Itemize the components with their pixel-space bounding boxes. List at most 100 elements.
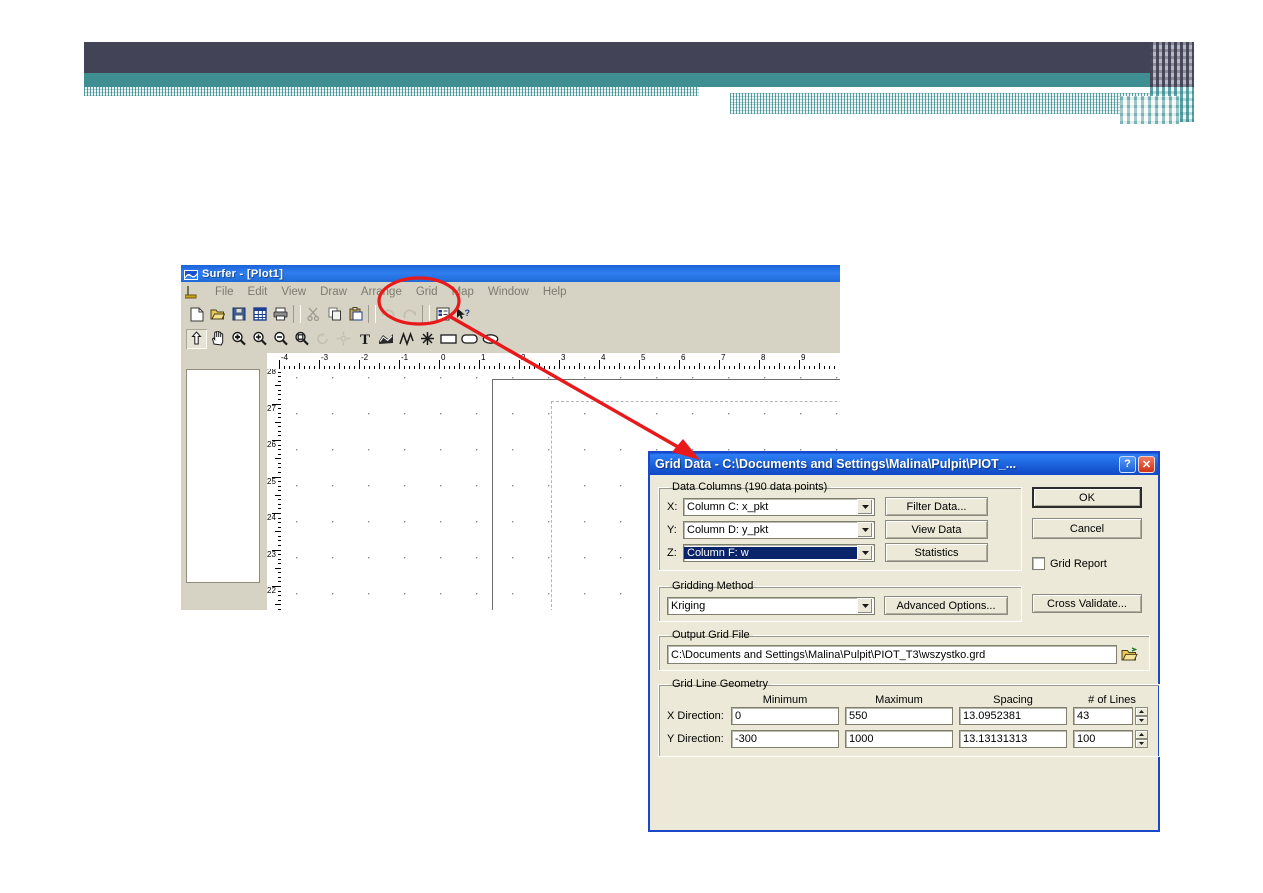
header-hatch-band-left bbox=[84, 87, 699, 96]
rounded-rectangle-tool-icon[interactable] bbox=[459, 329, 480, 349]
vertical-ruler: 28 27 26 25 24 23 22 bbox=[267, 369, 282, 610]
new-document-icon[interactable] bbox=[186, 304, 207, 324]
reshape-icon[interactable] bbox=[333, 329, 354, 349]
view-data-button[interactable]: View Data bbox=[885, 520, 988, 539]
x-lines-spinner[interactable] bbox=[1135, 707, 1148, 725]
filter-data-button[interactable]: Filter Data... bbox=[885, 497, 988, 516]
object-manager-pane[interactable] bbox=[186, 369, 260, 583]
advanced-options-button[interactable]: Advanced Options... bbox=[884, 596, 1008, 615]
menu-item-arrange[interactable]: Arrange bbox=[354, 285, 409, 299]
properties-icon[interactable] bbox=[432, 304, 453, 324]
help-pointer-icon[interactable]: ? bbox=[453, 304, 474, 324]
y-column-combo[interactable]: Column D: y_pkt bbox=[683, 520, 875, 539]
y-column-label: Y: bbox=[667, 523, 677, 536]
ruler-h-label: 0 bbox=[441, 353, 446, 362]
x-spacing-input[interactable]: 13.0952381 bbox=[959, 707, 1067, 725]
y-minimum-input[interactable]: -300 bbox=[731, 730, 839, 748]
spinner-down-icon[interactable] bbox=[1135, 739, 1148, 748]
horizontal-ruler: -4 -3 -2 -1 0 1 2 3 4 5 6 7 8 9 bbox=[267, 353, 840, 370]
rectangle-tool-icon[interactable] bbox=[438, 329, 459, 349]
chevron-down-icon[interactable] bbox=[857, 521, 873, 538]
zoom-selection-icon[interactable] bbox=[228, 329, 249, 349]
menu-item-edit[interactable]: Edit bbox=[241, 285, 275, 299]
chevron-down-icon[interactable] bbox=[857, 544, 873, 561]
y-direction-label: Y Direction: bbox=[667, 733, 724, 745]
close-icon[interactable]: ✕ bbox=[1138, 455, 1155, 473]
text-tool-icon[interactable]: T bbox=[354, 329, 375, 349]
grid-line-geometry-group: Grid Line Geometry Minimum Maximum Spaci… bbox=[658, 678, 1160, 757]
y-spacing-input[interactable]: 13.13131313 bbox=[959, 730, 1067, 748]
surfer-window-title: Surfer - [Plot1] bbox=[202, 267, 284, 280]
geometry-header-spacing: Spacing bbox=[993, 694, 1033, 706]
cancel-button[interactable]: Cancel bbox=[1032, 518, 1142, 539]
y-column-row: Y: Column D: y_pkt View Data bbox=[667, 520, 1013, 539]
ruler-v-label: 28 bbox=[267, 369, 276, 376]
z-column-combo[interactable]: Column F: w bbox=[683, 543, 875, 562]
geometry-header-minimum: Minimum bbox=[762, 694, 808, 706]
polygon-tool-icon[interactable] bbox=[375, 329, 396, 349]
ok-button[interactable]: OK bbox=[1032, 487, 1142, 508]
menu-item-file[interactable]: File bbox=[208, 285, 241, 299]
open-folder-icon[interactable] bbox=[207, 304, 228, 324]
menu-item-map[interactable]: Map bbox=[445, 285, 481, 299]
y-lines-spinner[interactable] bbox=[1135, 730, 1148, 748]
pan-hand-icon[interactable] bbox=[207, 329, 228, 349]
spinner-up-icon[interactable] bbox=[1135, 707, 1148, 716]
data-columns-group: Data Columns (190 data points) X: Column… bbox=[658, 481, 1022, 571]
worksheet-grid-icon[interactable] bbox=[249, 304, 270, 324]
paste-clipboard-icon[interactable] bbox=[345, 304, 366, 324]
ellipse-tool-icon[interactable] bbox=[480, 329, 501, 349]
menu-item-view[interactable]: View bbox=[274, 285, 313, 299]
save-disk-icon[interactable] bbox=[228, 304, 249, 324]
ruler-v-label: 27 bbox=[267, 403, 276, 413]
chevron-down-icon[interactable] bbox=[857, 498, 873, 515]
menu-item-draw[interactable]: Draw bbox=[313, 285, 354, 299]
dialog-title: Grid Data - C:\Documents and Settings\Ma… bbox=[655, 457, 1017, 471]
rotate-icon[interactable] bbox=[312, 329, 333, 349]
help-button-icon[interactable]: ? bbox=[1119, 455, 1136, 473]
gridding-method-combo[interactable]: Kriging bbox=[667, 596, 875, 615]
zoom-page-icon[interactable] bbox=[291, 329, 312, 349]
x-minimum-input[interactable]: 0 bbox=[731, 707, 839, 725]
grid-line-geometry-legend: Grid Line Geometry bbox=[672, 678, 768, 690]
x-direction-label: X Direction: bbox=[667, 710, 724, 722]
zoom-in-icon[interactable] bbox=[249, 329, 270, 349]
open-folder-icon[interactable] bbox=[1117, 647, 1141, 662]
redo-arrow-icon[interactable] bbox=[399, 304, 420, 324]
undo-arrow-icon[interactable] bbox=[378, 304, 399, 324]
x-column-row: X: Column C: x_pkt Filter Data... bbox=[667, 497, 1013, 516]
ruler-h-label: 7 bbox=[721, 353, 726, 362]
copy-icon[interactable] bbox=[324, 304, 345, 324]
x-maximum-input[interactable]: 550 bbox=[845, 707, 953, 725]
menu-item-grid[interactable]: Grid bbox=[409, 285, 445, 299]
cut-scissors-icon[interactable] bbox=[303, 304, 324, 324]
geometry-header-lines: # of Lines bbox=[1088, 694, 1136, 706]
y-lines-input[interactable]: 100 bbox=[1073, 730, 1133, 748]
ruler-h-label: 8 bbox=[761, 353, 766, 362]
zoom-out-icon[interactable] bbox=[270, 329, 291, 349]
grid-report-checkbox[interactable] bbox=[1032, 557, 1045, 570]
gridding-method-row: Kriging Advanced Options... bbox=[667, 596, 1013, 615]
output-grid-file-input[interactable]: C:\Documents and Settings\Malina\Pulpit\… bbox=[667, 645, 1117, 664]
x-lines-input[interactable]: 43 bbox=[1073, 707, 1133, 725]
symbol-tool-icon[interactable] bbox=[417, 329, 438, 349]
print-icon[interactable] bbox=[270, 304, 291, 324]
output-grid-file-row: C:\Documents and Settings\Malina\Pulpit\… bbox=[667, 645, 1141, 664]
chevron-down-icon[interactable] bbox=[857, 597, 873, 614]
x-column-combo[interactable]: Column C: x_pkt bbox=[683, 497, 875, 516]
ruler-v-label: 25 bbox=[267, 476, 276, 486]
menu-item-help[interactable]: Help bbox=[536, 285, 574, 299]
menu-item-window[interactable]: Window bbox=[481, 285, 536, 299]
surfer-drawing-toolbar: T bbox=[181, 326, 840, 351]
spinner-up-icon[interactable] bbox=[1135, 730, 1148, 739]
polyline-tool-icon[interactable] bbox=[396, 329, 417, 349]
spinner-down-icon[interactable] bbox=[1135, 716, 1148, 725]
select-arrow-icon[interactable] bbox=[186, 328, 207, 349]
geometry-header-maximum: Maximum bbox=[875, 694, 923, 706]
grid-report-row[interactable]: Grid Report bbox=[1032, 557, 1146, 570]
y-maximum-input[interactable]: 1000 bbox=[845, 730, 953, 748]
cross-validate-button[interactable]: Cross Validate... bbox=[1032, 594, 1142, 613]
statistics-button[interactable]: Statistics bbox=[885, 543, 988, 562]
header-hatch-band-right-lower bbox=[730, 103, 1120, 114]
ruler-h-label: -4 bbox=[281, 353, 289, 362]
